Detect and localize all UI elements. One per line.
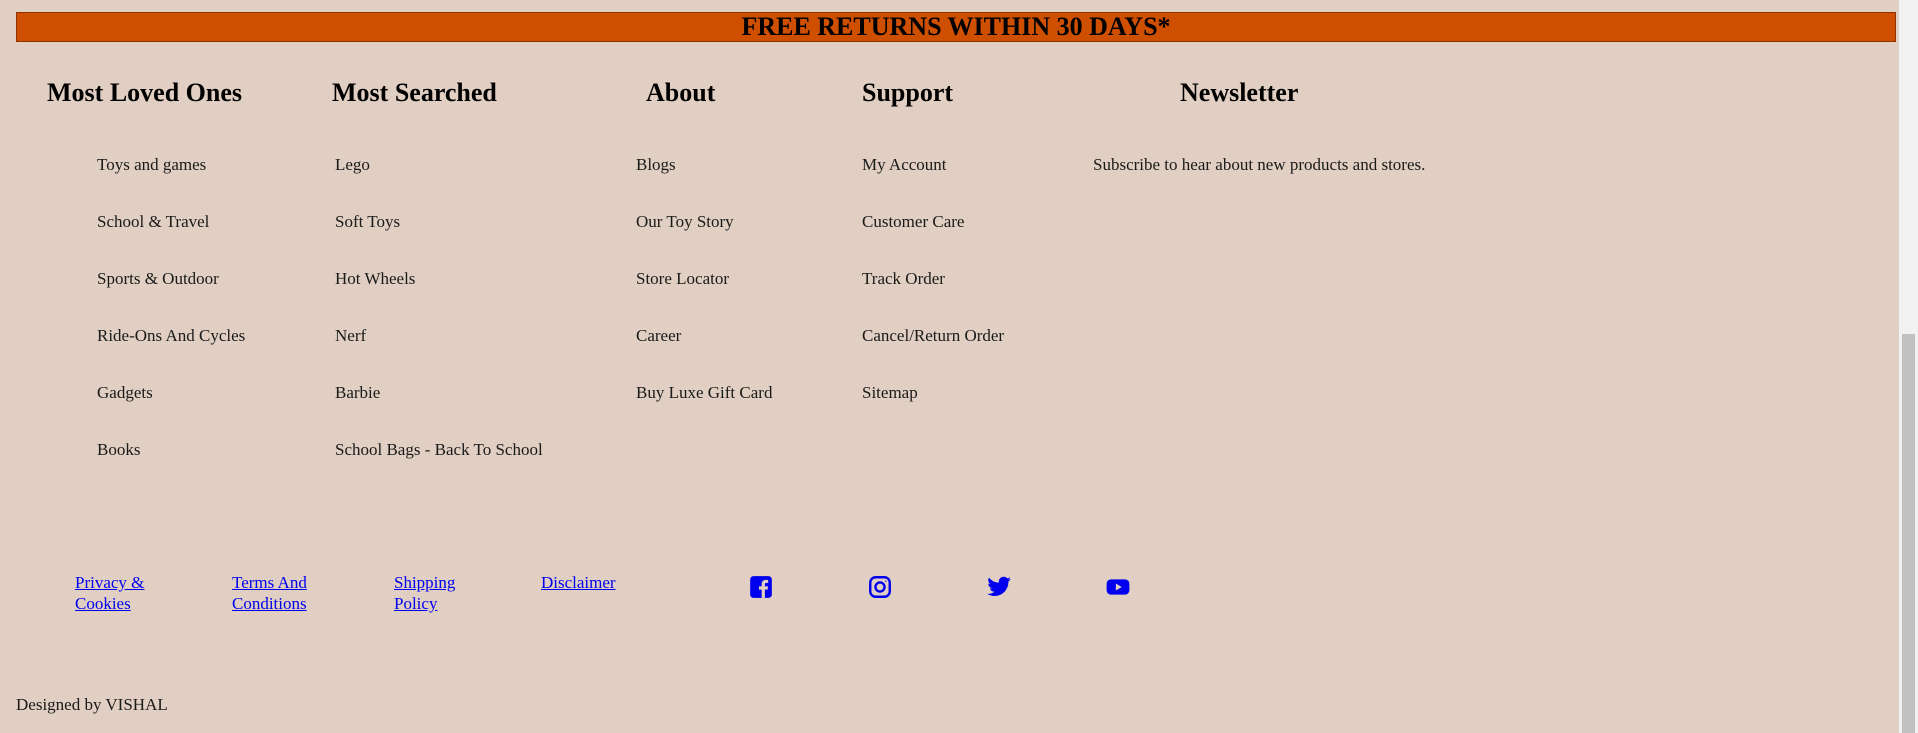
privacy-cookies-link[interactable]: Privacy & Cookies [75,572,144,614]
footer-link-hot-wheels[interactable]: Hot Wheels [335,266,543,323]
support-heading: Support [862,78,954,107]
shipping-policy-link-line2: Policy [394,594,438,613]
footer-link-gadgets[interactable]: Gadgets [97,380,245,437]
privacy-cookies-link-line1: Privacy & [75,573,145,592]
most-loved-list: Toys and games School & Travel Sports & … [97,152,245,494]
footer-link-school-travel[interactable]: School & Travel [97,209,245,266]
terms-conditions-link-line2: Conditions [232,594,307,613]
newsletter-description: Subscribe to hear about new products and… [1093,155,1426,174]
footer-link-soft-toys[interactable]: Soft Toys [335,209,543,266]
twitter-icon[interactable] [986,574,1012,600]
footer-link-customer-care[interactable]: Customer Care [862,209,1004,266]
support-list: My Account Customer Care Track Order Can… [862,152,1004,437]
footer-link-career[interactable]: Career [636,323,772,380]
footer-link-lego[interactable]: Lego [335,152,543,209]
footer-link-sports-outdoor[interactable]: Sports & Outdoor [97,266,245,323]
disclaimer-link[interactable]: Disclaimer [541,572,616,593]
footer-link-nerf[interactable]: Nerf [335,323,543,380]
footer-link-books[interactable]: Books [97,437,245,494]
shipping-policy-link-line1: Shipping [394,573,456,592]
footer-link-track-order[interactable]: Track Order [862,266,1004,323]
about-list: Blogs Our Toy Story Store Locator Career… [636,152,772,437]
instagram-icon[interactable] [867,574,893,600]
terms-conditions-link[interactable]: Terms And Conditions [232,572,307,614]
disclaimer-link-line1: Disclaimer [541,573,616,592]
footer-link-our-toy-story[interactable]: Our Toy Story [636,209,772,266]
footer-link-blogs[interactable]: Blogs [636,152,772,209]
footer-link-school-bags[interactable]: School Bags - Back To School [335,437,543,494]
footer-link-ride-ons-cycles[interactable]: Ride-Ons And Cycles [97,323,245,380]
vertical-scrollbar[interactable] [1899,0,1918,733]
free-returns-banner: FREE RETURNS WITHIN 30 DAYS* [16,12,1896,42]
newsletter-heading: Newsletter [1180,78,1299,107]
footer-link-gift-card[interactable]: Buy Luxe Gift Card [636,380,772,437]
most-searched-list: Lego Soft Toys Hot Wheels Nerf Barbie Sc… [335,152,543,494]
footer-link-toys-and-games[interactable]: Toys and games [97,152,245,209]
designer-credit: Designed by VISHAL [16,695,168,714]
scrollbar-thumb[interactable] [1902,334,1915,733]
shipping-policy-link[interactable]: Shipping Policy [394,572,455,614]
terms-conditions-link-line1: Terms And [232,573,307,592]
footer-link-store-locator[interactable]: Store Locator [636,266,772,323]
footer-link-cancel-return[interactable]: Cancel/Return Order [862,323,1004,380]
footer-link-barbie[interactable]: Barbie [335,380,543,437]
footer-link-my-account[interactable]: My Account [862,152,1004,209]
youtube-icon[interactable] [1105,574,1131,600]
most-loved-heading: Most Loved Ones [47,78,242,107]
footer-link-sitemap[interactable]: Sitemap [862,380,1004,437]
privacy-cookies-link-line2: Cookies [75,594,131,613]
about-heading: About [646,78,716,107]
facebook-icon[interactable] [748,574,774,600]
most-searched-heading: Most Searched [332,78,497,107]
